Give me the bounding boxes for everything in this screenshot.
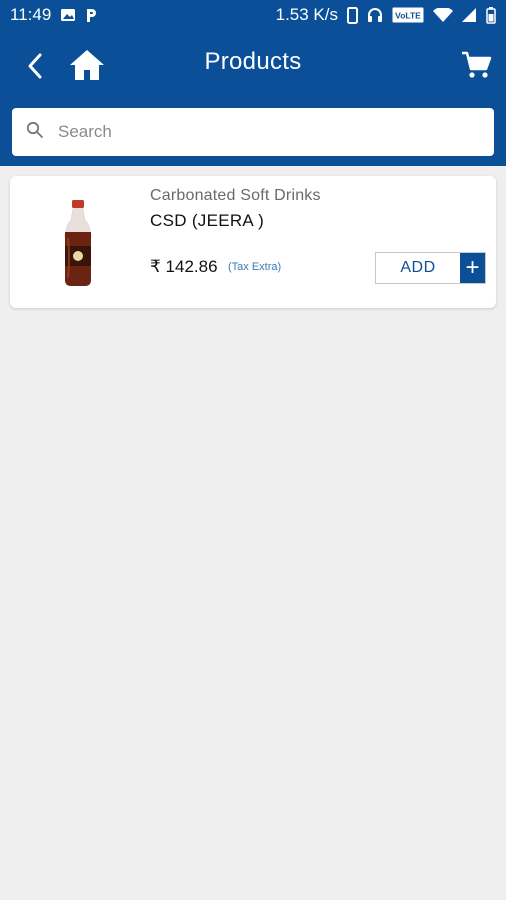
search-icon bbox=[26, 121, 44, 144]
add-label[interactable]: ADD bbox=[376, 253, 460, 283]
product-category: Carbonated Soft Drinks bbox=[150, 187, 321, 204]
headphones-icon bbox=[367, 7, 383, 23]
tax-note: (Tax Extra) bbox=[228, 261, 282, 273]
search-bar[interactable] bbox=[12, 108, 494, 156]
cart-button[interactable] bbox=[460, 50, 492, 80]
product-name: CSD (JEERA ) bbox=[150, 211, 265, 230]
image-icon bbox=[60, 8, 76, 22]
phone-vibrate-icon bbox=[347, 6, 358, 24]
add-to-cart-button[interactable]: ADD + bbox=[375, 252, 486, 284]
status-bar: 11:49 1.53 K/s VoLTE bbox=[0, 0, 506, 30]
cart-icon bbox=[462, 51, 492, 78]
plus-icon[interactable]: + bbox=[460, 253, 485, 283]
battery-icon bbox=[486, 6, 496, 24]
product-card[interactable]: Carbonated Soft Drinks CSD (JEERA ) ₹ 14… bbox=[10, 176, 496, 308]
volte-icon: VoLTE bbox=[392, 7, 424, 23]
page-title: Products bbox=[204, 48, 302, 75]
cola-bottle-image bbox=[60, 198, 96, 288]
product-price: ₹ 142.86 bbox=[150, 257, 218, 276]
svg-text:VoLTE: VoLTE bbox=[395, 11, 421, 21]
signal-icon bbox=[462, 7, 477, 23]
app-header: Products bbox=[0, 30, 506, 166]
paytm-p-icon bbox=[85, 8, 97, 23]
network-speed: 1.53 K/s bbox=[275, 5, 338, 24]
search-input[interactable] bbox=[56, 121, 460, 143]
wifi-icon bbox=[433, 7, 453, 23]
status-time: 11:49 bbox=[10, 5, 52, 24]
